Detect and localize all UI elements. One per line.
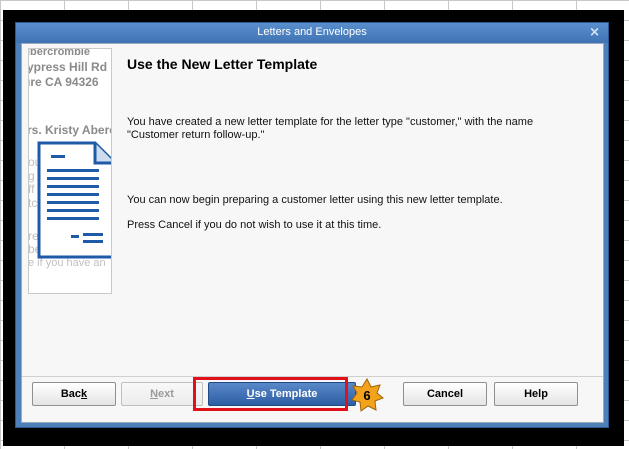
help-button[interactable]: Help — [494, 382, 578, 406]
next-button-label: ext — [158, 388, 174, 400]
step-star-icon: 6 — [351, 378, 384, 412]
title-bar: Letters and Envelopes × — [16, 23, 608, 43]
back-button-label: Bac — [60, 388, 82, 400]
next-button-accelerator: N — [150, 388, 159, 400]
dialog-body: ıbercrombie ypress Hill Rd ıre CA 94326 … — [21, 43, 604, 423]
illustration-text: ff — [28, 182, 35, 196]
illustration-text: g — [28, 169, 35, 183]
back-button[interactable]: Bac k — [32, 382, 116, 406]
prepare-letter-message: You can now begin preparing a customer l… — [127, 194, 503, 206]
next-button[interactable]: Next — [121, 382, 203, 406]
cancel-button[interactable]: Cancel — [403, 382, 487, 406]
step-number: 6 — [363, 388, 370, 403]
page-title: Use the New Letter Template — [127, 56, 318, 72]
back-button-accelerator: k — [81, 388, 88, 400]
highlight-box — [193, 377, 348, 411]
illustration-text: ıre CA 94326 — [28, 75, 99, 89]
close-icon[interactable]: × — [589, 25, 600, 40]
illustration-text: ypress Hill Rd — [28, 60, 108, 74]
letter-illustration: ıbercrombie ypress Hill Rd ıre CA 94326 … — [28, 48, 112, 294]
template-created-message: You have created a new letter template f… — [127, 116, 534, 141]
illustration-text: tc — [28, 196, 38, 210]
letters-envelopes-dialog: Letters and Envelopes × ıbercrombie ypre… — [15, 22, 609, 428]
cancel-hint-message: Press Cancel if you do not wish to use i… — [127, 219, 382, 231]
document-icon — [37, 141, 111, 259]
dialog-content: Use the New Letter Template You have cre… — [127, 44, 593, 362]
illustration-text: rs. Kristy Aberc — [28, 123, 112, 137]
illustration-text: ıbercrombie — [28, 48, 90, 58]
window-title: Letters and Envelopes — [257, 26, 367, 38]
